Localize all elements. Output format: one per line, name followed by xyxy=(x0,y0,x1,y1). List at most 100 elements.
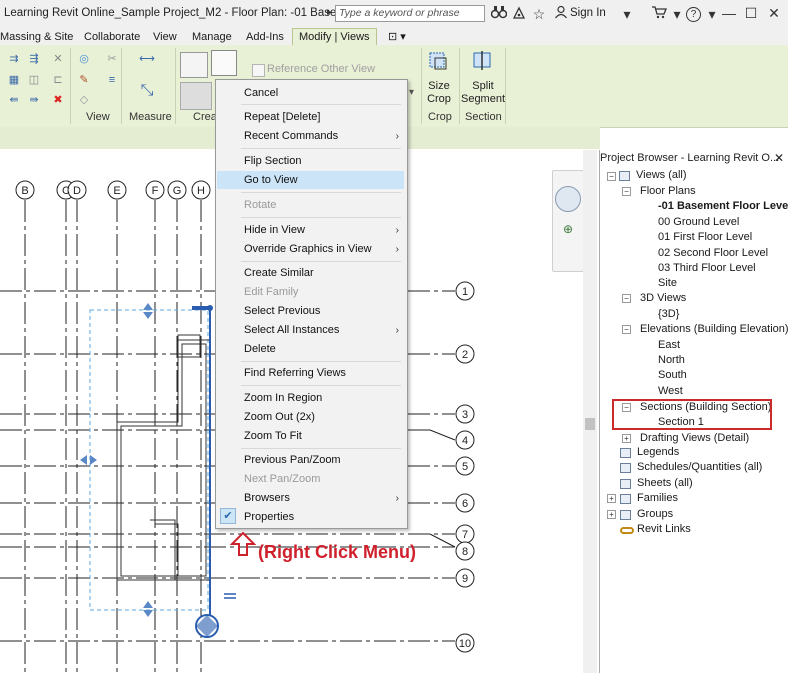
menu-item-delete[interactable]: Delete xyxy=(244,343,276,355)
tree-item-groups[interactable]: Groups xyxy=(637,508,673,520)
menu-item-select-all-instances[interactable]: Select All Instances xyxy=(244,324,339,336)
size-crop-icon[interactable] xyxy=(427,50,449,72)
tab-view[interactable]: View xyxy=(153,29,177,46)
tree-item-legends[interactable]: Legends xyxy=(637,446,679,458)
tree-item-east[interactable]: East xyxy=(658,339,680,351)
menu-item-zoom-to-fit[interactable]: Zoom To Fit xyxy=(244,430,302,442)
cut-icon[interactable]: ✂ xyxy=(104,52,120,66)
menu-item-zoom-out[interactable]: Zoom Out (2x) xyxy=(244,411,315,423)
split-segment-button[interactable]: Split Segment xyxy=(460,80,506,106)
close-window-button[interactable]: ✕ xyxy=(763,3,785,23)
cart-icon[interactable] xyxy=(650,5,668,23)
dropdown-arrow-icon[interactable]: ▾ xyxy=(409,87,414,98)
menu-item-cancel[interactable]: Cancel xyxy=(244,87,278,99)
project-browser-close-button[interactable]: ✕ xyxy=(774,151,784,165)
title-expand-arrow[interactable]: ▸ xyxy=(327,7,332,18)
menu-item-properties[interactable]: Properties xyxy=(244,511,294,523)
tree-item-first-floor-level[interactable]: 01 First Floor Level xyxy=(658,231,752,243)
trim-icon[interactable]: ✕ xyxy=(50,52,66,66)
offset-icon[interactable]: ⇶ xyxy=(26,52,42,66)
linework-icon[interactable]: ≡ xyxy=(104,73,120,87)
tree-item-sheets[interactable]: Sheets (all) xyxy=(637,477,693,489)
tab-add-ins[interactable]: Add-Ins xyxy=(246,29,284,46)
tree-item-floor-plans[interactable]: Floor Plans xyxy=(640,185,696,197)
tree-item-site[interactable]: Site xyxy=(658,277,677,289)
split-icon[interactable]: ⇚ xyxy=(6,93,22,107)
create-group-icon[interactable] xyxy=(180,52,208,78)
tab-collaborate[interactable]: Collaborate xyxy=(84,29,140,46)
tree-item-west[interactable]: West xyxy=(658,385,683,397)
collapse-icon[interactable]: − xyxy=(607,172,616,181)
lightbulb-icon[interactable]: ◎ xyxy=(76,52,92,66)
menu-item-browsers[interactable]: Browsers xyxy=(244,492,290,504)
zoom-icon[interactable]: ⊕ xyxy=(561,222,575,236)
tree-item-3d-views[interactable]: 3D Views xyxy=(640,292,686,304)
dropdown-arrow-icon[interactable]: ▾ xyxy=(618,5,636,23)
collapse-icon[interactable]: − xyxy=(622,325,631,334)
expand-icon[interactable]: + xyxy=(607,510,616,519)
steering-wheel-icon[interactable] xyxy=(555,186,581,212)
move-icon[interactable]: ▦ xyxy=(6,73,22,87)
tree-item-revit-links[interactable]: Revit Links xyxy=(637,523,691,535)
size-crop-button[interactable]: Size Crop xyxy=(424,80,454,106)
aligned-dimension-icon[interactable]: ⟷ xyxy=(132,52,162,66)
tree-item-ground-level[interactable]: 00 Ground Level xyxy=(658,216,739,228)
menu-item-hide-in-view[interactable]: Hide in View xyxy=(244,224,305,236)
tree-item-families[interactable]: Families xyxy=(637,492,678,504)
array-icon[interactable]: ⇛ xyxy=(26,93,42,107)
help-icon[interactable]: ? xyxy=(686,7,701,22)
search-input[interactable]: Type a keyword or phrase xyxy=(335,5,485,22)
tree-item-south[interactable]: South xyxy=(658,369,687,381)
vertical-scrollbar[interactable] xyxy=(583,150,597,673)
expand-icon[interactable]: + xyxy=(607,494,616,503)
sign-in-link[interactable]: Sign In xyxy=(570,7,606,19)
menu-item-edit-family[interactable]: Edit Family xyxy=(244,286,298,298)
scale-icon[interactable]: ⊏ xyxy=(50,73,66,87)
quick-tab-dropdown-icon[interactable]: ⊡ ▾ xyxy=(388,29,406,46)
tree-item-schedules[interactable]: Schedules/Quantities (all) xyxy=(637,461,762,473)
measure-icon[interactable]: ⤡ xyxy=(132,83,162,99)
tree-item-drafting-views[interactable]: Drafting Views (Detail) xyxy=(640,432,749,444)
menu-item-repeat-delete[interactable]: Repeat [Delete] xyxy=(244,111,320,123)
menu-item-select-previous[interactable]: Select Previous xyxy=(244,305,320,317)
tree-item-north[interactable]: North xyxy=(658,354,685,366)
menu-item-next-pan-zoom[interactable]: Next Pan/Zoom xyxy=(244,473,320,485)
menu-item-rotate[interactable]: Rotate xyxy=(244,199,276,211)
scrollbar-thumb[interactable] xyxy=(585,418,595,430)
delete-icon[interactable]: ✖ xyxy=(50,93,66,107)
menu-item-zoom-in-region[interactable]: Zoom In Region xyxy=(244,392,322,404)
minimize-button[interactable]: — xyxy=(718,3,740,23)
menu-item-find-referring-views[interactable]: Find Referring Views xyxy=(244,367,346,379)
communication-center-icon[interactable] xyxy=(510,5,528,23)
paint-brush-icon[interactable]: ✎ xyxy=(76,73,92,87)
menu-item-create-similar[interactable]: Create Similar xyxy=(244,267,314,279)
favorites-star-icon[interactable]: ☆ xyxy=(530,5,548,23)
create-parts-icon[interactable] xyxy=(180,82,212,110)
tab-manage[interactable]: Manage xyxy=(192,29,232,46)
collapse-icon[interactable]: − xyxy=(622,187,631,196)
menu-item-previous-pan-zoom[interactable]: Previous Pan/Zoom xyxy=(244,454,341,466)
tree-item-basement-floor-level[interactable]: -01 Basement Floor Level xyxy=(658,200,788,212)
tree-item-elevations[interactable]: Elevations (Building Elevation) xyxy=(640,323,788,335)
restore-button[interactable]: ☐ xyxy=(740,3,762,23)
split-segment-icon[interactable] xyxy=(471,50,493,72)
expand-icon[interactable]: + xyxy=(622,434,631,443)
tree-item-second-floor-level[interactable]: 02 Second Floor Level xyxy=(658,247,768,259)
cart-dropdown-icon[interactable]: ▾ xyxy=(668,5,686,23)
tree-item-3d[interactable]: {3D} xyxy=(658,308,679,320)
menu-item-flip-section[interactable]: Flip Section xyxy=(244,155,301,167)
hide-element-icon[interactable]: ◇ xyxy=(76,93,92,107)
tree-item-views-all[interactable]: Views (all) xyxy=(636,169,687,181)
binoculars-icon[interactable] xyxy=(490,5,508,23)
menu-item-recent-commands[interactable]: Recent Commands xyxy=(244,130,338,142)
menu-item-go-to-view[interactable]: Go to View xyxy=(244,174,298,186)
similar-icon[interactable] xyxy=(211,50,237,76)
tab-massing-site[interactable]: Massing & Site xyxy=(0,29,73,46)
reference-other-view-checkbox[interactable] xyxy=(252,64,265,77)
menu-item-override-graphics[interactable]: Override Graphics in View xyxy=(244,243,372,255)
tab-modify-views[interactable]: Modify | Views xyxy=(292,28,377,45)
collapse-icon[interactable]: − xyxy=(622,294,631,303)
user-icon[interactable] xyxy=(552,5,570,23)
align-icon[interactable]: ⇉ xyxy=(6,52,22,66)
copy-icon[interactable]: ◫ xyxy=(26,73,42,87)
